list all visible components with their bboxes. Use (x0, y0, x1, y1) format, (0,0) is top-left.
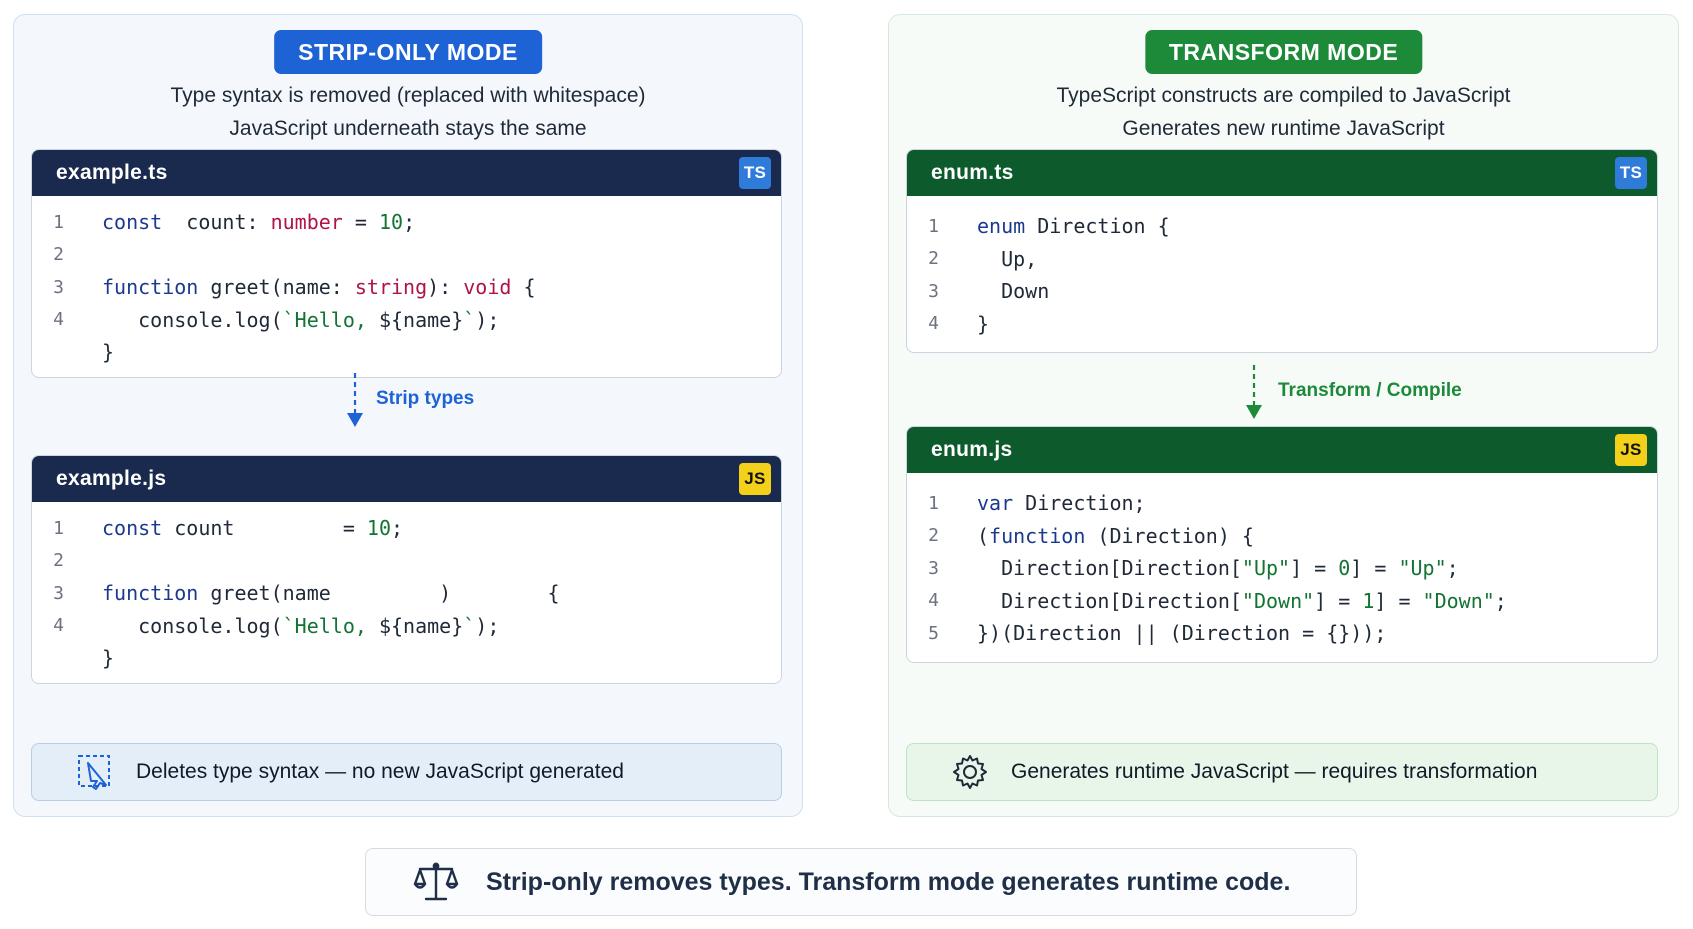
transform-desc-line1: TypeScript constructs are compiled to Ja… (1056, 84, 1511, 107)
code-line: 5 })(Direction || (Direction = {})); (907, 617, 1657, 650)
code-line: 0} (32, 336, 781, 369)
strip-description: Type syntax is removed (replaced with wh… (14, 79, 802, 145)
code-text: Direction[Direction["Down"] = 1] = "Down… (977, 588, 1507, 613)
strip-output-card: example.js JS 1 const count = 10; 2 3 functi… (31, 455, 782, 684)
transform-note-text: Generates runtime JavaScript — requires … (1011, 760, 1538, 783)
strip-arrow-icon (347, 373, 363, 427)
code-line: 1 const count: number = 10; (32, 206, 781, 239)
line-number: 0 (32, 648, 64, 669)
strip-source-header: example.ts TS (32, 150, 781, 196)
strip-note: Deletes type syntax — no new JavaScript … (31, 743, 782, 801)
typescript-icon: TS (1615, 157, 1647, 189)
line-number: 2 (53, 244, 64, 266)
code-text: Up, (977, 246, 1038, 271)
code-text: console.log(`Hello, ${name}`); (102, 613, 500, 638)
code-text: const count: number = 10; (102, 210, 416, 235)
line-number: 0 (32, 342, 64, 363)
line-number: 4 (928, 590, 939, 612)
strip-selection-icon (78, 755, 110, 790)
strip-output-code: 1 const count = 10; 2 3 function greet(name … (32, 502, 781, 683)
code-line: 3 Down (907, 275, 1657, 308)
code-line: 2 (function (Direction) { (907, 520, 1657, 553)
line-number: 3 (53, 276, 64, 298)
gear-icon (953, 755, 987, 789)
transform-arrow-label: Transform / Compile (1278, 380, 1462, 401)
line-number: 4 (928, 313, 939, 335)
strip-desc-line2: JavaScript underneath stays the same (229, 117, 587, 140)
typescript-icon: TS (739, 157, 771, 189)
line-number: 3 (928, 280, 939, 302)
strip-desc-line1: Type syntax is removed (replaced with wh… (170, 84, 646, 107)
line-number: 1 (53, 211, 64, 233)
strip-only-panel: STRIP-ONLY MODE Type syntax is removed (… (13, 14, 803, 817)
line-number: 5 (928, 622, 939, 644)
transform-output-filename: enum.js (931, 438, 1013, 461)
transform-source-filename: enum.ts (931, 161, 1014, 184)
transform-output-card: enum.js JS 1 var Direction; 2 (function (Di… (906, 426, 1658, 663)
code-line: 1 var Direction; (907, 487, 1657, 520)
code-text: } (977, 311, 990, 336)
line-number: 1 (53, 517, 64, 539)
transform-mode-badge: TRANSFORM MODE (1144, 30, 1423, 74)
strip-mode-badge: STRIP-ONLY MODE (274, 30, 542, 74)
line-number: 4 (53, 615, 64, 637)
code-line: 4} (907, 308, 1657, 341)
code-line: 2 (32, 545, 781, 578)
code-text: enum Direction { (977, 214, 1170, 239)
code-line: 4 Direction[Direction["Down"] = 1] = "Do… (907, 585, 1657, 618)
strip-output-header: example.js JS (32, 456, 781, 502)
transform-note: Generates runtime JavaScript — requires … (906, 743, 1658, 801)
code-line: 1 enum Direction { (907, 210, 1657, 243)
line-number: 2 (928, 525, 939, 547)
line-number: 1 (928, 215, 939, 237)
code-line: 1 const count = 10; (32, 512, 781, 545)
code-line: 2 Up, (907, 243, 1657, 276)
code-line: 4 console.log(`Hello, ${name}`); (32, 304, 781, 337)
code-line: 4 console.log(`Hello, ${name}`); (32, 610, 781, 643)
strip-source-filename: example.ts (56, 161, 168, 184)
javascript-icon: JS (739, 463, 771, 495)
strip-note-text: Deletes type syntax — no new JavaScript … (136, 760, 624, 783)
code-line: 0} (32, 642, 781, 675)
code-text: var Direction; (977, 491, 1146, 516)
code-text: function greet(name ) { (102, 581, 560, 606)
strip-output-filename: example.js (56, 467, 167, 490)
strip-arrow-label: Strip types (376, 388, 475, 409)
line-number: 3 (928, 557, 939, 579)
transform-source-card: enum.ts TS 1 enum Direction {2 Up, 3 Down 4… (906, 149, 1658, 353)
summary-text: Strip-only removes types. Transform mode… (486, 867, 1291, 896)
code-text: function greet(name: string): void { (102, 275, 536, 300)
transform-output-code: 1 var Direction; 2 (function (Direction) { 3… (907, 473, 1657, 662)
strip-source-code: 1 const count: number = 10; 2 3 function gre… (32, 196, 781, 377)
code-line: 3 function greet(name ) { (32, 577, 781, 610)
code-line: 2 (32, 239, 781, 272)
code-text: const count = 10; (102, 516, 404, 541)
code-text: console.log(`Hello, ${name}`); (102, 307, 500, 332)
transform-arrow-icon (1246, 365, 1262, 419)
code-text: Direction[Direction["Up"] = 0] = "Up"; (977, 556, 1459, 581)
line-number: 1 (928, 492, 939, 514)
code-text: Down (977, 279, 1050, 304)
line-number: 3 (53, 582, 64, 604)
code-text: })(Direction || (Direction = {})); (977, 621, 1387, 646)
summary-banner: Strip-only removes types. Transform mode… (365, 848, 1357, 916)
code-line: 3 function greet(name: string): void { (32, 271, 781, 304)
line-number: 4 (53, 309, 64, 331)
line-number: 2 (928, 248, 939, 270)
javascript-icon: JS (1615, 434, 1647, 466)
code-text: } (102, 340, 115, 365)
balance-scale-icon (413, 862, 459, 901)
code-text: (function (Direction) { (977, 523, 1254, 548)
transform-source-code: 1 enum Direction {2 Up, 3 Down 4} (907, 196, 1657, 352)
transform-desc-line2: Generates new runtime JavaScript (1122, 117, 1445, 140)
code-line: 3 Direction[Direction["Up"] = 0] = "Up"; (907, 552, 1657, 585)
strip-source-card: example.ts TS 1 const count: number = 10;… (31, 149, 782, 378)
code-text: } (102, 646, 115, 671)
transform-output-header: enum.js JS (907, 427, 1657, 473)
transform-description: TypeScript constructs are compiled to Ja… (889, 79, 1678, 145)
line-number: 2 (53, 550, 64, 572)
transform-panel: TRANSFORM MODE TypeScript constructs are… (888, 14, 1679, 817)
transform-source-header: enum.ts TS (907, 150, 1657, 196)
